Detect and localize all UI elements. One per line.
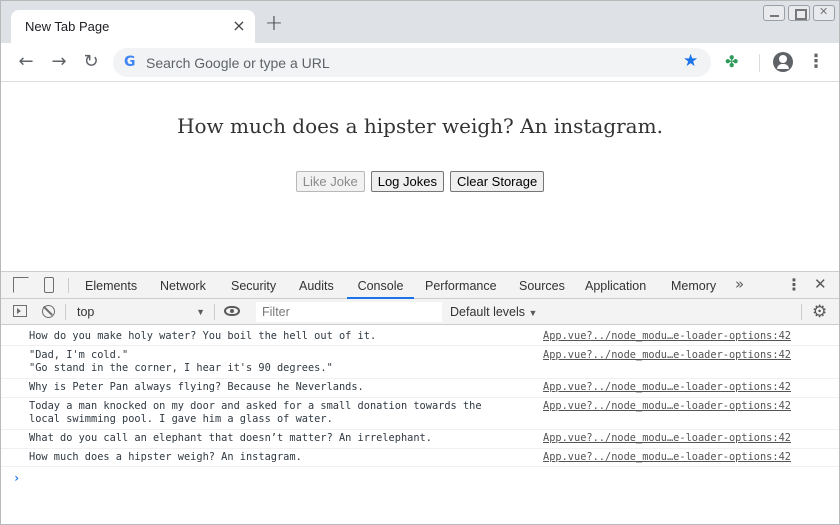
star-icon[interactable]: ★ [683,51,698,71]
tab-application[interactable]: Application [585,272,646,299]
tab-console[interactable]: Console [347,272,414,299]
devtools-close-icon[interactable]: ✕ [814,275,827,293]
message-text: Today a man knocked on my door and asked… [29,400,482,425]
clear-storage-button[interactable]: Clear Storage [449,171,545,192]
dropdown-arrow-icon: ▼ [196,307,205,317]
like-joke-button[interactable]: Like Joke [295,171,365,192]
message-source-link[interactable]: App.vue?../node_modu…e-loader-options:42 [543,349,791,362]
message-source-link[interactable]: App.vue?../node_modu…e-loader-options:42 [543,400,791,413]
page-content: How much does a hipster weigh? An instag… [1,83,839,271]
tab-strip: New Tab Page × + [1,1,839,43]
new-tab-button[interactable]: + [263,13,285,36]
tab-bar-divider [68,278,69,293]
google-icon: G [124,54,136,70]
tab-audits[interactable]: Audits [299,272,334,299]
tab-network[interactable]: Network [160,272,206,299]
window-close-button[interactable] [813,5,835,21]
message-source-link[interactable]: App.vue?../node_modu…e-loader-options:42 [543,381,791,394]
tab-title: New Tab Page [25,19,110,34]
dropdown-arrow-icon: ▼ [528,308,538,318]
more-tabs-icon[interactable]: » [735,275,744,293]
levels-value: Default levels [450,305,526,319]
device-toolbar-icon[interactable] [41,277,57,293]
tab-security[interactable]: Security [231,272,276,299]
kebab-menu-icon[interactable]: ⋮ [807,51,825,73]
tab-sources[interactable]: Sources [519,272,565,299]
log-levels-selector[interactable]: Default levels ▼ [450,303,537,322]
devtools-panel: Elements Network Security Audits Console… [1,271,839,524]
message-text: Why is Peter Pan always flying? Because … [29,381,364,393]
toolbar-divider [759,54,760,72]
toolbar-divider [801,304,802,320]
console-filter-input[interactable] [256,302,442,322]
console-message: Why is Peter Pan always flying? Because … [1,381,839,398]
log-jokes-button[interactable]: Log Jokes [370,171,444,192]
inspect-element-icon[interactable] [13,277,29,293]
message-text: How do you make holy water? You boil the… [29,330,377,342]
account-icon[interactable] [773,52,793,72]
console-toolbar: top ▼ Default levels ▼ ⚙ [1,299,839,325]
button-row: Like Joke Log Jokes Clear Storage [1,171,839,192]
clear-console-icon[interactable] [42,305,55,318]
console-message: "Dad, I'm cold." "Go stand in the corner… [1,349,839,379]
omnibox[interactable]: G ★ [113,48,711,77]
toolbar-divider [65,304,66,320]
message-source-link[interactable]: App.vue?../node_modu…e-loader-options:42 [543,451,791,464]
show-sidebar-icon[interactable] [13,305,27,317]
devtools-tab-bar: Elements Network Security Audits Console… [1,272,839,299]
tab-new-tab-page[interactable]: New Tab Page × [11,10,255,43]
live-expression-eye-icon[interactable] [224,306,240,316]
omnibox-input[interactable] [146,53,666,73]
gear-icon[interactable]: ⚙ [812,302,827,322]
toolbar-divider [214,304,215,320]
forward-arrow-icon[interactable]: → [48,51,70,73]
tab-elements[interactable]: Elements [85,272,137,299]
reload-icon[interactable]: ↻ [80,51,102,73]
close-icon[interactable]: × [231,18,247,34]
console-message: How much does a hipster weigh? An instag… [1,451,839,467]
console-message: How do you make holy water? You boil the… [1,330,839,346]
tab-performance[interactable]: Performance [425,272,497,299]
message-text: What do you call an elephant that doesn’… [29,432,432,444]
console-prompt-chevron-icon[interactable]: › [13,471,20,485]
console-message: Today a man knocked on my door and asked… [1,400,839,430]
message-text: "Dad, I'm cold." "Go stand in the corner… [29,349,333,374]
context-selector[interactable]: top ▼ [73,303,209,321]
console-message: What do you call an elephant that doesn’… [1,432,839,449]
message-source-link[interactable]: App.vue?../node_modu…e-loader-options:42 [543,432,791,445]
browser-window: New Tab Page × + ← → ↻ G ★ ✤ ⋮ How much … [0,0,840,525]
maximize-button[interactable] [788,5,810,21]
minimize-button[interactable] [763,5,785,21]
console-output: How do you make holy water? You boil the… [1,326,839,524]
browser-toolbar: ← → ↻ G ★ ✤ ⋮ [1,43,839,82]
message-text: How much does a hipster weigh? An instag… [29,451,302,463]
joke-heading: How much does a hipster weigh? An instag… [177,114,663,138]
devtools-menu-icon[interactable]: ⋮ [786,275,802,294]
message-source-link[interactable]: App.vue?../node_modu…e-loader-options:42 [543,330,791,343]
tab-memory[interactable]: Memory [671,272,716,299]
back-arrow-icon[interactable]: ← [15,51,37,73]
extension-icon[interactable]: ✤ [725,52,738,72]
context-value: top [77,305,95,319]
